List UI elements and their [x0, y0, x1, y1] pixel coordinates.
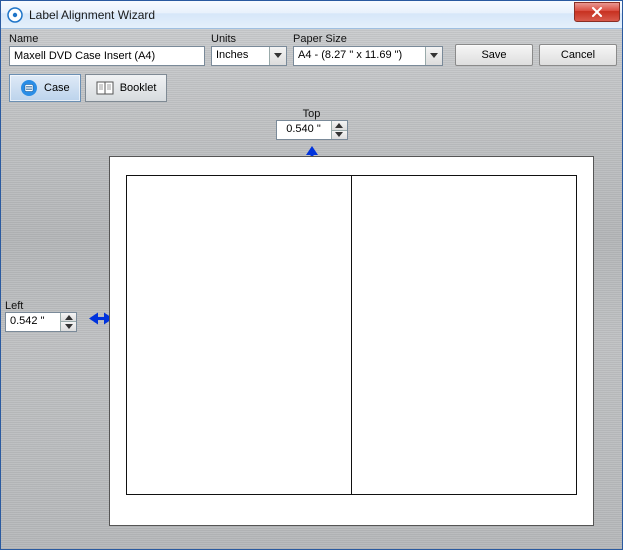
left-spinner-value: 0.542 " [6, 313, 60, 331]
booklet-icon [96, 79, 114, 97]
top-spinner-up[interactable] [332, 121, 347, 131]
top-spinner-value: 0.540 " [277, 121, 331, 139]
top-spinner-down[interactable] [332, 131, 347, 140]
left-spinner-down[interactable] [61, 322, 76, 331]
case-icon [20, 79, 38, 97]
tab-booklet-label: Booklet [120, 82, 157, 94]
preview-region: Top 0.540 " Left 0.542 " [9, 108, 614, 541]
tab-case-label: Case [44, 82, 70, 94]
paper-preview [109, 156, 594, 526]
save-button[interactable]: Save [455, 44, 533, 66]
title-bar: Label Alignment Wizard [1, 1, 622, 29]
close-button[interactable] [574, 2, 620, 22]
top-measure: Top 0.540 " [276, 108, 348, 140]
form-row: Name Units Inches Paper Size A4 - (8.27 … [9, 33, 614, 66]
label-rect-right [351, 175, 577, 495]
body: Name Units Inches Paper Size A4 - (8.27 … [1, 29, 622, 549]
name-input[interactable] [9, 46, 205, 66]
left-spinner-up[interactable] [61, 313, 76, 323]
wizard-window: Label Alignment Wizard Name Units Inches… [0, 0, 623, 550]
label-outlines [126, 175, 577, 495]
tab-booklet[interactable]: Booklet [85, 74, 168, 102]
units-select[interactable]: Inches [211, 46, 287, 66]
left-label: Left [5, 300, 77, 312]
label-rect-left [126, 175, 351, 495]
cancel-button[interactable]: Cancel [539, 44, 617, 66]
tabs: Case Booklet [9, 74, 614, 102]
window-title: Label Alignment Wizard [29, 8, 155, 22]
tab-case[interactable]: Case [9, 74, 81, 102]
chevron-down-icon [269, 47, 286, 65]
top-spinner[interactable]: 0.540 " [276, 120, 348, 140]
app-icon [7, 7, 23, 23]
paper-size-label: Paper Size [293, 33, 443, 45]
chevron-down-icon [425, 47, 442, 65]
left-spinner[interactable]: 0.542 " [5, 312, 77, 332]
top-label: Top [276, 108, 348, 120]
left-measure: Left 0.542 " [5, 300, 77, 332]
name-label: Name [9, 33, 205, 45]
paper-size-select[interactable]: A4 - (8.27 " x 11.69 ") [293, 46, 443, 66]
paper-size-value: A4 - (8.27 " x 11.69 ") [294, 47, 425, 65]
units-value: Inches [212, 47, 269, 65]
units-label: Units [211, 33, 287, 45]
